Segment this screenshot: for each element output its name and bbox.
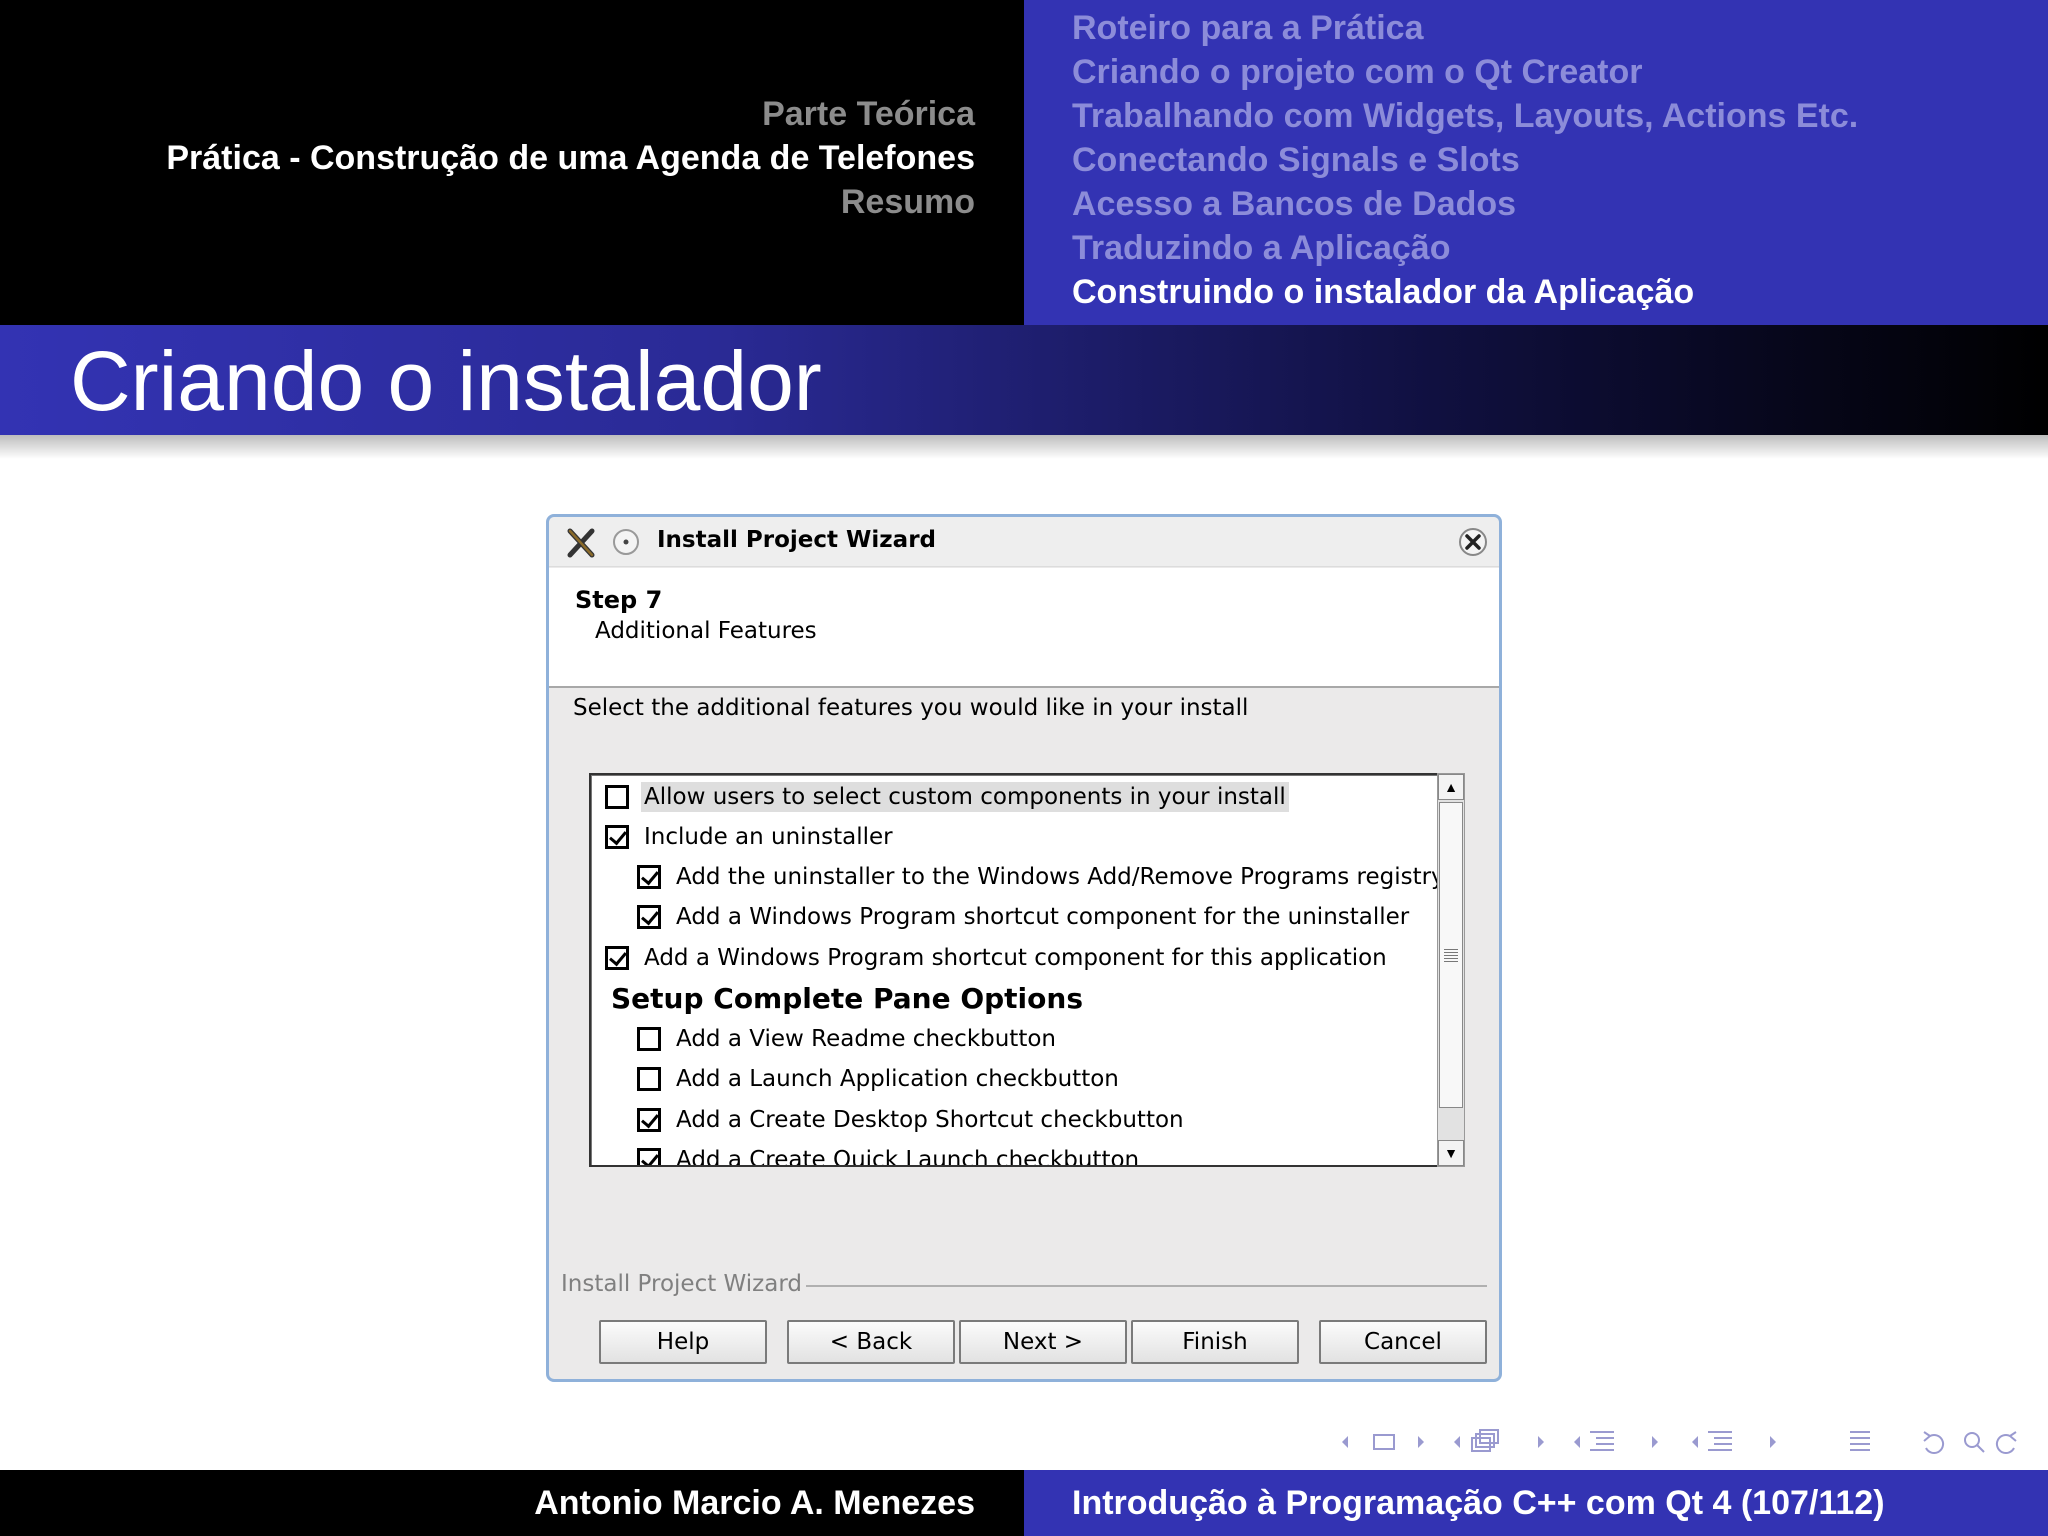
option-row-app-shortcut[interactable]: Add a Windows Program shortcut component…	[605, 940, 1390, 976]
dialog-title: Install Project Wizard	[657, 527, 936, 553]
option-row-custom-components[interactable]: Allow users to select custom components …	[605, 779, 1289, 815]
title-shadow	[0, 435, 2048, 459]
scroll-down-arrow-icon[interactable]: ▼	[1438, 1140, 1464, 1166]
option-row-uninstaller[interactable]: Include an uninstaller	[605, 819, 896, 855]
option-row-uninstaller-shortcut[interactable]: Add a Windows Program shortcut component…	[637, 899, 1412, 935]
section-nav: Parte Teórica Prática - Construção de um…	[166, 92, 975, 224]
next-button[interactable]: Next >	[959, 1320, 1127, 1364]
dialog-titlebar[interactable]: Install Project Wizard	[549, 517, 1499, 567]
checkbox[interactable]	[637, 1067, 661, 1091]
option-label: Add a Launch Application checkbutton	[676, 1066, 1119, 1092]
section-link-pratica[interactable]: Prática - Construção de uma Agenda de Te…	[166, 136, 975, 180]
option-row-quick-launch[interactable]: Add a Create Quick Launch checkbutton	[637, 1142, 1142, 1167]
option-label: Add a Create Quick Launch checkbutton	[676, 1147, 1140, 1167]
section-left-icon[interactable]	[1574, 1436, 1580, 1448]
step-title: Step 7	[575, 586, 663, 614]
frame-right-icon[interactable]	[1418, 1436, 1424, 1448]
checkbox[interactable]	[637, 1027, 661, 1051]
option-row-view-readme[interactable]: Add a View Readme checkbutton	[637, 1021, 1059, 1057]
setup-complete-heading: Setup Complete Pane Options	[611, 981, 1083, 1015]
list-icon[interactable]	[1850, 1431, 1870, 1451]
back-button[interactable]: < Back	[787, 1320, 955, 1364]
checkbox[interactable]	[605, 785, 629, 809]
footer-title: Introdução à Programação C++ com Qt 4 (1…	[1072, 1484, 1885, 1522]
scrollbar-thumb[interactable]	[1439, 802, 1463, 1108]
frame-label: Install Project Wizard	[561, 1271, 806, 1297]
option-label: Add a View Readme checkbutton	[676, 1026, 1056, 1052]
option-row-desktop-shortcut[interactable]: Add a Create Desktop Shortcut checkbutto…	[637, 1102, 1187, 1138]
close-icon[interactable]	[1457, 526, 1489, 558]
checkbox[interactable]	[637, 1108, 661, 1132]
option-label: Include an uninstaller	[644, 824, 893, 850]
subsection-link-signals-slots[interactable]: Conectando Signals e Slots	[1072, 138, 1858, 182]
checkbox[interactable]	[637, 1148, 661, 1165]
option-label: Add a Windows Program shortcut component…	[676, 904, 1410, 930]
instruction-text: Select the additional features you would…	[573, 695, 1249, 721]
section-link-resumo[interactable]: Resumo	[166, 180, 975, 224]
slide-title-bar: Criando o instalador	[0, 325, 2048, 435]
subsection-link-traduzindo[interactable]: Traduzindo a Aplicação	[1072, 226, 1858, 270]
appendix-left-icon[interactable]	[1692, 1436, 1698, 1448]
footer-author: Antonio Marcio A. Menezes	[534, 1484, 975, 1522]
slide-title: Criando o instalador	[70, 334, 822, 428]
wizard-step-header: Step 7 Additional Features	[549, 568, 1499, 688]
grip-icon	[1444, 949, 1458, 963]
appendix-right-icon[interactable]	[1770, 1436, 1776, 1448]
frame-icon[interactable]	[1373, 1434, 1395, 1450]
scroll-up-arrow-icon[interactable]: ▲	[1438, 774, 1464, 800]
option-row-add-remove-registry[interactable]: Add the uninstaller to the Windows Add/R…	[637, 859, 1439, 895]
install-wizard-dialog: Install Project Wizard Step 7 Additional…	[546, 514, 1502, 1382]
app-x-icon[interactable]	[565, 527, 597, 559]
list-scrollbar[interactable]: ▲ ▼	[1437, 773, 1465, 1167]
features-list[interactable]: Allow users to select custom components …	[589, 773, 1439, 1167]
subsection-link-roteiro[interactable]: Roteiro para a Prática	[1072, 6, 1858, 50]
subsection-link-widgets[interactable]: Trabalhando com Widgets, Layouts, Action…	[1072, 94, 1858, 138]
section-heading-row: Setup Complete Pane Options	[611, 978, 1083, 1018]
subsection-right-icon[interactable]	[1538, 1436, 1544, 1448]
section-icon[interactable]	[1590, 1431, 1614, 1451]
cancel-button[interactable]: Cancel	[1319, 1320, 1487, 1364]
search-icon[interactable]	[1964, 1432, 1985, 1453]
section-link-parte-teorica[interactable]: Parte Teórica	[166, 92, 975, 136]
option-label: Add a Windows Program shortcut component…	[644, 945, 1387, 971]
help-button[interactable]: Help	[599, 1320, 767, 1364]
option-label: Add a Create Desktop Shortcut checkbutto…	[676, 1107, 1184, 1133]
checkbox[interactable]	[637, 905, 661, 929]
option-row-launch-application[interactable]: Add a Launch Application checkbutton	[637, 1061, 1122, 1097]
checkbox[interactable]	[605, 825, 629, 849]
finish-button[interactable]: Finish	[1131, 1320, 1299, 1364]
checkbox[interactable]	[605, 946, 629, 970]
option-label: Add the uninstaller to the Windows Add/R…	[676, 864, 1439, 890]
appendix-icon[interactable]	[1708, 1431, 1732, 1451]
undo-icon[interactable]	[1923, 1431, 1945, 1455]
checkbox[interactable]	[637, 865, 661, 889]
subsection-link-instalador[interactable]: Construindo o instalador da Aplicação	[1072, 270, 1858, 314]
subsection-link-bancos-dados[interactable]: Acesso a Bancos de Dados	[1072, 182, 1858, 226]
section-right-icon[interactable]	[1652, 1436, 1658, 1448]
subsection-link-criando-projeto[interactable]: Criando o projeto com o Qt Creator	[1072, 50, 1858, 94]
beamer-nav-bar	[1330, 1424, 2040, 1460]
step-subtitle: Additional Features	[595, 618, 817, 644]
subsection-left-icon[interactable]	[1454, 1436, 1460, 1448]
pin-icon[interactable]	[611, 527, 641, 557]
frame-left-icon[interactable]	[1342, 1436, 1348, 1448]
option-label: Allow users to select custom components …	[641, 782, 1289, 812]
redo-icon[interactable]	[1995, 1431, 2017, 1455]
subsection-nav: Roteiro para a Prática Criando o projeto…	[1072, 6, 1858, 314]
subsection-icon[interactable]	[1471, 1429, 1499, 1452]
